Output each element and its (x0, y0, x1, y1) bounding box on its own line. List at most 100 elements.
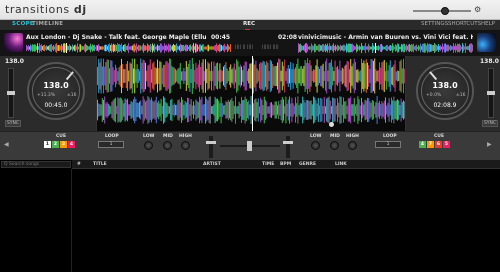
tab-timeline[interactable]: TIMELINE (32, 21, 63, 27)
col-genre[interactable]: GENRE (299, 162, 316, 167)
waveform-bar (287, 99, 289, 121)
deck-right-channel-fader[interactable] (283, 136, 293, 158)
col-title[interactable]: TITLE (93, 162, 107, 167)
waveform-bar (249, 104, 251, 116)
crossfader-cap[interactable] (247, 141, 252, 151)
deck-left-hotcue-pad[interactable]: 1 (44, 141, 51, 148)
deck-left-hotcue-pad[interactable]: 2 (52, 141, 59, 148)
waveform-bar (194, 69, 196, 83)
waveform-bar (62, 45, 63, 51)
waveform-bar (305, 43, 306, 53)
deck-left-pitch-handle[interactable] (7, 91, 15, 95)
scrolling-waveforms[interactable] (96, 56, 406, 131)
deck-right-hotcue-pad[interactable]: 5 (443, 141, 450, 148)
waveform-bar (107, 103, 109, 117)
waveform-bar (392, 43, 393, 53)
waveform-bar (155, 68, 157, 84)
col-time[interactable]: TIME (262, 162, 274, 167)
deck-right-pitch-handle[interactable] (487, 91, 495, 95)
col-link[interactable]: LINK (335, 162, 347, 167)
deck-right-hotcue-pad[interactable]: 4 (419, 141, 426, 148)
waveform-bar (147, 43, 148, 53)
waveform-bar (374, 105, 376, 115)
help-link[interactable]: HELP (481, 21, 495, 27)
waveform-bar (349, 43, 350, 53)
waveform-bar (326, 98, 328, 122)
deck-left-loop-selector[interactable]: 1 (98, 141, 124, 148)
waveform-bar (261, 99, 263, 121)
waveform-bar (199, 96, 200, 124)
deck-right-loop-selector[interactable]: 1 (375, 141, 401, 148)
deck-left-channel-fader[interactable] (206, 136, 216, 158)
deck-right-hotcue-pad[interactable]: 6 (435, 141, 442, 148)
waveform-bar (321, 65, 323, 87)
waveform-bar (387, 103, 389, 117)
waveform-bar (303, 45, 304, 51)
waveform-bar (275, 101, 277, 119)
deck-left-eq-high-knob[interactable] (181, 141, 190, 150)
waveform-bar (334, 98, 336, 122)
waveform-bar (321, 98, 323, 122)
waveform-bar (221, 45, 222, 51)
waveform-bar (330, 45, 331, 51)
waveform-bar (355, 105, 356, 115)
zoom-slider-knob[interactable] (441, 7, 449, 15)
waveform-position-dot[interactable] (329, 122, 334, 127)
settings-gear-icon[interactable]: ⚙ (474, 5, 481, 14)
shortcuts-link[interactable]: SHORTCUTS (448, 21, 481, 27)
deck-left-eq-low-knob[interactable] (144, 141, 153, 150)
tab-scope[interactable]: SCOPE (12, 21, 34, 27)
col-number[interactable]: # (77, 162, 81, 167)
settings-link[interactable]: SETTINGS (421, 21, 448, 27)
rec-button[interactable]: REC (243, 21, 255, 30)
deck-left-jog-wheel[interactable]: 138.0 +11.3% ±16 00:45.0 (27, 62, 85, 120)
deck-right-eq-low-knob[interactable] (311, 141, 320, 150)
waveform-bar (341, 46, 342, 50)
waveform-bar (151, 69, 152, 83)
deck-right-jog-wheel[interactable]: 138.0 +0.0% ±16 02:08.9 (416, 62, 474, 120)
waveform-bar (248, 100, 250, 120)
col-bpm[interactable]: BPM (280, 162, 291, 167)
waveform-bar (147, 65, 149, 87)
deck-left-channel-fader-cap[interactable] (206, 141, 216, 144)
deck-left-eq-mid-knob[interactable] (163, 141, 172, 150)
deck-right-collapse-icon[interactable]: ▶ (487, 141, 492, 148)
search-input[interactable]: Q Search songs (1, 161, 71, 168)
waveform-bar (209, 71, 211, 81)
waveform-bar (280, 70, 282, 82)
waveform-bar (388, 65, 390, 87)
deck-right-overview-waveform[interactable] (298, 43, 473, 53)
deck-left-overview-waveform[interactable] (26, 43, 231, 53)
deck-left-hotcue-pad[interactable]: 3 (60, 141, 67, 148)
waveform-bar (137, 46, 138, 50)
crossfader[interactable] (220, 141, 280, 151)
deck-left-overview-position (66, 43, 67, 53)
deck-left-pitch-fader[interactable] (7, 68, 15, 118)
zoom-slider[interactable] (413, 7, 471, 15)
deck-right-channel-fader-cap[interactable] (283, 141, 293, 144)
waveform-bar (67, 45, 68, 51)
waveform-bar (376, 45, 377, 51)
waveform-bar (323, 71, 325, 81)
waveform-bar (205, 96, 206, 124)
waveform-bar (308, 46, 309, 50)
deck-right-eq-mid-knob[interactable] (330, 141, 339, 150)
waveform-bar (260, 61, 262, 91)
deck-left-hotcue-pad[interactable]: 4 (68, 141, 75, 148)
deck-left-collapse-icon[interactable]: ◀ (4, 141, 9, 148)
col-artist[interactable]: ARTIST (203, 162, 221, 167)
waveform-bar (200, 44, 201, 52)
waveform-bar (220, 96, 222, 124)
waveform-bar (141, 46, 142, 50)
waveform-bar (207, 44, 208, 52)
deck-right-hotcue-pad[interactable]: 7 (427, 141, 434, 148)
waveform-bar (225, 101, 227, 119)
waveform-bar (165, 102, 167, 118)
deck-right-sync-button[interactable]: SYNC (482, 120, 498, 127)
waveform-bar (295, 97, 296, 123)
deck-right-eq-high-knob[interactable] (348, 141, 357, 150)
waveform-bar (285, 71, 287, 81)
deck-right-pitch-fader[interactable] (487, 68, 495, 118)
deck-left-sync-button[interactable]: SYNC (5, 120, 21, 127)
waveform-bar (221, 103, 223, 117)
